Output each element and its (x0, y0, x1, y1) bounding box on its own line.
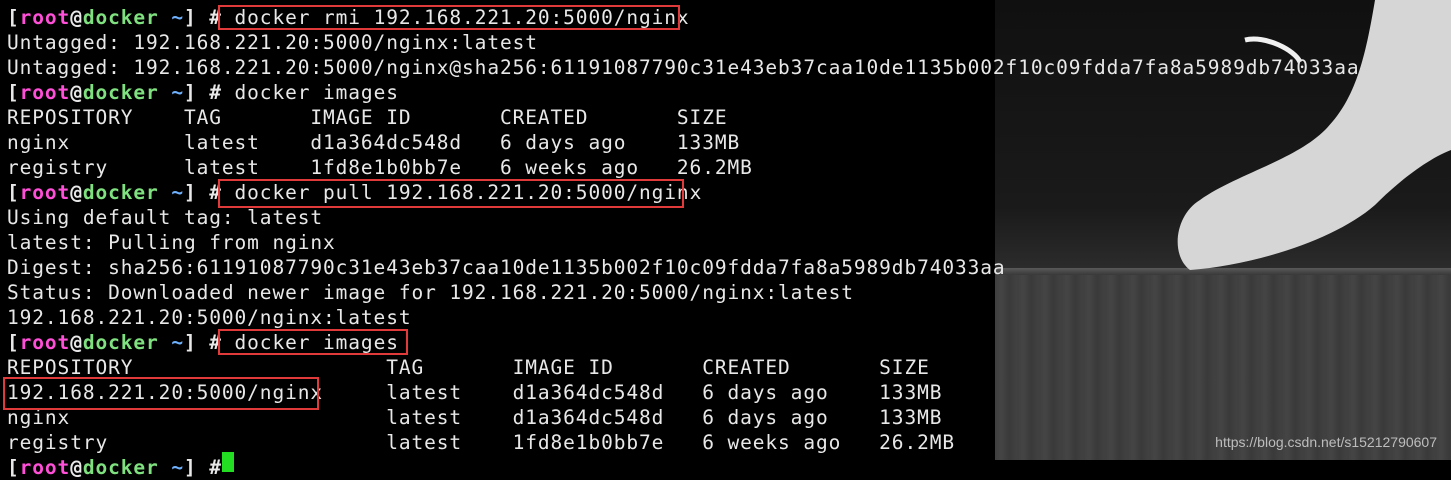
prompt-at: @ (70, 181, 83, 204)
prompt-line: [root@docker ~] # docker images (7, 80, 399, 105)
prompt-dir: ~ (158, 331, 184, 354)
watermark: https://blog.csdn.net/s15212790607 (1215, 434, 1437, 450)
output-line: REPOSITORY TAG IMAGE ID CREATED SIZE (7, 106, 728, 129)
prompt-at: @ (70, 331, 83, 354)
prompt-user: root (19, 456, 71, 479)
prompt-bracket-close: ] (183, 456, 197, 479)
output-line: Untagged: 192.168.221.20:5000/nginx:late… (7, 31, 538, 54)
prompt-at: @ (70, 456, 83, 479)
prompt-host: docker (82, 6, 159, 29)
output-line: Status: Downloaded newer image for 192.1… (7, 281, 854, 304)
highlight-pull-command (218, 179, 684, 208)
prompt-user: root (19, 181, 71, 204)
prompt-symbol: # (196, 81, 235, 104)
output-line: registry latest 1fd8e1b0bb7e 6 weeks ago… (7, 156, 753, 179)
prompt-bracket-open: [ (7, 331, 20, 354)
prompt-bracket-open: [ (7, 81, 20, 104)
highlight-rmi-command (218, 5, 680, 30)
prompt-host: docker (82, 181, 159, 204)
output-line: Digest: sha256:61191087790c31e43eb37caa1… (7, 256, 1006, 279)
prompt-host: docker (82, 81, 159, 104)
prompt-host: docker (82, 331, 159, 354)
prompt-bracket-close: ] (183, 331, 197, 354)
prompt-user: root (19, 6, 71, 29)
prompt-line: [root@docker ~] # (7, 455, 235, 480)
command-text: docker images (234, 81, 399, 104)
output-line: 192.168.221.20:5000/nginx:latest (7, 306, 412, 329)
highlight-images-command (218, 329, 408, 355)
prompt-user: root (19, 331, 71, 354)
prompt-bracket-open: [ (7, 6, 20, 29)
output-line: registry latest 1fd8e1b0bb7e 6 weeks ago… (7, 431, 955, 454)
prompt-host: docker (82, 456, 159, 479)
prompt-dir: ~ (158, 6, 184, 29)
prompt-at: @ (70, 6, 83, 29)
output-line: Using default tag: latest (7, 206, 323, 229)
prompt-dir: ~ (158, 456, 184, 479)
prompt-dir: ~ (158, 181, 184, 204)
prompt-at: @ (70, 81, 83, 104)
prompt-dir: ~ (158, 81, 184, 104)
output-line: latest: Pulling from nginx (7, 231, 336, 254)
highlight-registry-repository (3, 377, 319, 410)
output-line: Untagged: 192.168.221.20:5000/nginx@sha2… (7, 56, 1360, 79)
prompt-bracket-close: ] (183, 6, 197, 29)
prompt-bracket-close: ] (183, 181, 197, 204)
output-line: nginx latest d1a364dc548d 6 days ago 133… (7, 131, 741, 154)
prompt-bracket-open: [ (7, 456, 20, 479)
terminal-cursor (222, 452, 234, 472)
prompt-bracket-open: [ (7, 181, 20, 204)
prompt-bracket-close: ] (183, 81, 197, 104)
prompt-user: root (19, 81, 71, 104)
